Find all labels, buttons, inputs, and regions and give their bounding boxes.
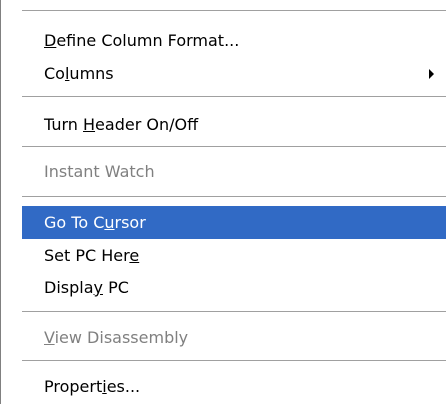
menu-item-label: Go To C: [44, 213, 105, 232]
menu-item-columns[interactable]: Columns: [0, 57, 446, 90]
menu-item-label: Propert: [44, 377, 103, 396]
menu-item-instant-watch: Instant Watch: [0, 155, 446, 188]
menu-item-go-to-cursor[interactable]: Go To Cursor: [22, 206, 446, 239]
accelerator-key: V: [44, 328, 55, 347]
menu-item-label: Instant Watch: [44, 162, 155, 181]
menu-separator: [22, 10, 446, 11]
menu-item-label: Co: [44, 64, 65, 83]
menu-item-label: Displa: [44, 278, 94, 297]
menu-item-label: es...: [106, 377, 141, 396]
menu-item-set-pc-here[interactable]: Set PC Here: [0, 239, 446, 272]
menu-item-label: PC: [102, 278, 129, 297]
accelerator-key: D: [44, 31, 57, 50]
menu-separator: [22, 311, 446, 312]
menu-item-label: eader On/Off: [95, 115, 199, 134]
menu-item-label: iew Disassembly: [54, 328, 189, 347]
menu-separator: [22, 196, 446, 197]
accelerator-key: u: [104, 213, 115, 232]
menu-item-label: umns: [69, 64, 114, 83]
menu-item-label: Set PC Her: [44, 246, 130, 265]
menu-separator: [22, 360, 446, 361]
context-menu: Define Column Format... Columns Turn Hea…: [0, 0, 446, 404]
menu-item-label: rsor: [114, 213, 146, 232]
menu-item-turn-header-on-off[interactable]: Turn Header On/Off: [0, 108, 446, 141]
menu-separator: [22, 96, 446, 97]
accelerator-key: y: [93, 278, 103, 297]
accelerator-key: e: [129, 246, 140, 265]
menu-item-view-disassembly: View Disassembly: [0, 321, 446, 354]
menu-item-display-pc[interactable]: Display PC: [0, 271, 446, 304]
menu-item-label: Turn: [44, 115, 84, 134]
menu-item-properties[interactable]: Properties...: [0, 370, 446, 403]
menu-item-define-column-format[interactable]: Define Column Format...: [0, 24, 446, 57]
menu-item-label: efine Column Format...: [56, 31, 240, 50]
accelerator-key: H: [83, 115, 96, 134]
submenu-arrow-icon: [429, 69, 434, 79]
menu-separator: [22, 146, 446, 147]
